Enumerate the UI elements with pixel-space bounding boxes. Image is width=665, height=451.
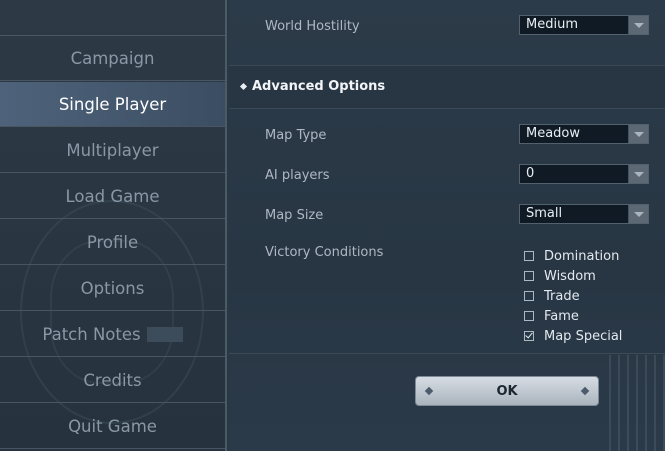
checkbox-icon [524, 251, 534, 261]
checkbox-icon [524, 291, 534, 301]
ai-players-dropdown[interactable]: 0 [519, 164, 649, 184]
menu-item-load-game[interactable]: Load Game [0, 174, 225, 219]
map-type-label: Map Type [265, 128, 327, 143]
ai-players-label: AI players [265, 168, 330, 183]
sidebar-top-strip [0, 0, 225, 36]
chevron-down-icon [628, 16, 648, 34]
menu-item-label: Patch Notes [42, 324, 141, 344]
new-badge [146, 326, 183, 342]
menu-item-label: Campaign [70, 48, 155, 68]
main-menu-sidebar: Campaign Single Player Multiplayer Load … [0, 0, 227, 451]
map-size-label: Map Size [265, 208, 324, 223]
advanced-options-title: Advanced Options [252, 79, 386, 94]
map-size-dropdown[interactable]: Small [519, 204, 649, 224]
ok-button-label: OK [496, 383, 518, 399]
menu-item-credits[interactable]: Credits [0, 358, 225, 403]
ok-button[interactable]: OK [415, 376, 599, 406]
menu-item-options[interactable]: Options [0, 266, 225, 311]
menu-item-label: Load Game [65, 186, 160, 206]
menu-item-label: Options [80, 278, 145, 298]
menu-item-single-player[interactable]: Single Player [0, 82, 225, 127]
world-hostility-label: World Hostility [265, 19, 360, 34]
victory-checkbox-trade[interactable]: Trade [524, 288, 580, 304]
checkbox-label: Map Special [544, 328, 623, 344]
victory-checkbox-fame[interactable]: Fame [524, 308, 579, 324]
map-size-value: Small [526, 206, 563, 221]
map-type-dropdown[interactable]: Meadow [519, 124, 649, 144]
menu-item-label: Quit Game [68, 416, 157, 436]
map-type-value: Meadow [526, 126, 581, 141]
menu-item-label: Single Player [58, 94, 167, 114]
menu-item-multiplayer[interactable]: Multiplayer [0, 128, 225, 173]
menu-item-quit-game[interactable]: Quit Game [0, 404, 225, 449]
diamond-icon [424, 386, 434, 396]
menu-item-label: Profile [86, 232, 139, 252]
checkbox-checked-icon [524, 331, 534, 341]
checkbox-label: Trade [544, 288, 580, 304]
chevron-down-icon [628, 165, 648, 183]
checkbox-icon [524, 271, 534, 281]
menu-item-profile[interactable]: Profile [0, 220, 225, 265]
divider [229, 353, 665, 354]
chevron-down-icon [628, 205, 648, 223]
diamond-icon [580, 386, 590, 396]
chevron-down-icon [628, 125, 648, 143]
victory-checkbox-domination[interactable]: Domination [524, 248, 619, 264]
victory-checkbox-wisdom[interactable]: Wisdom [524, 268, 596, 284]
menu-item-label: Multiplayer [66, 140, 159, 160]
menu-item-label: Credits [83, 370, 142, 390]
checkbox-label: Wisdom [544, 268, 596, 284]
menu-item-campaign[interactable]: Campaign [0, 36, 225, 81]
advanced-options-header[interactable]: Advanced Options [229, 65, 665, 109]
settings-panel: World Hostility Medium Advanced Options … [229, 0, 665, 451]
victory-conditions-label: Victory Conditions [265, 245, 384, 260]
victory-checkbox-map-special[interactable]: Map Special [524, 328, 622, 344]
world-hostility-dropdown[interactable]: Medium [519, 15, 649, 35]
diamond-icon [239, 82, 248, 91]
ai-players-value: 0 [526, 166, 535, 181]
checkbox-icon [524, 311, 534, 321]
menu-item-patch-notes[interactable]: Patch Notes [0, 312, 225, 357]
ship-decoration [609, 355, 665, 451]
checkbox-label: Fame [544, 308, 579, 324]
checkbox-label: Domination [544, 248, 620, 264]
world-hostility-value: Medium [526, 17, 578, 32]
